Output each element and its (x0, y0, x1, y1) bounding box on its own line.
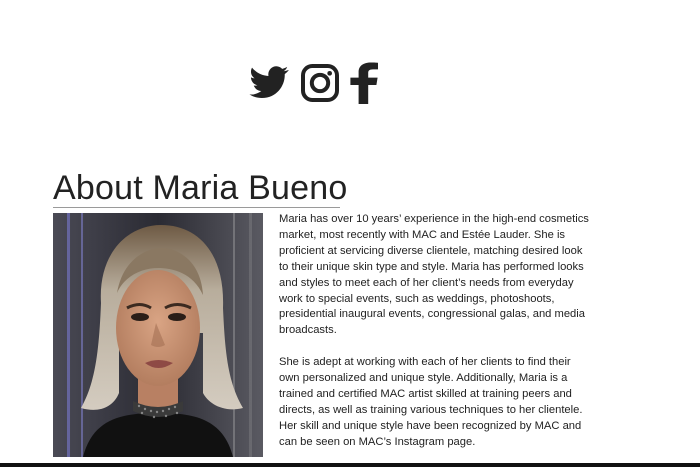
portrait-photo (53, 213, 263, 457)
twitter-icon (249, 66, 289, 99)
heading-underline (53, 207, 340, 208)
bio-paragraph-1: Maria has over 10 years’ experience in t… (279, 213, 589, 337)
facebook-link[interactable] (350, 62, 378, 104)
instagram-icon (300, 63, 339, 102)
about-heading: About Maria Bueno (53, 169, 348, 207)
twitter-link[interactable] (248, 62, 290, 104)
bio-paragraph-2: She is adept at working with each of her… (279, 356, 583, 448)
portrait-illustration (53, 213, 263, 457)
about-bio: Maria has over 10 years’ experience in t… (279, 212, 589, 467)
instagram-link[interactable] (300, 63, 340, 103)
social-links (248, 62, 378, 104)
page-bottom-bar (0, 463, 700, 467)
facebook-icon (350, 62, 378, 104)
